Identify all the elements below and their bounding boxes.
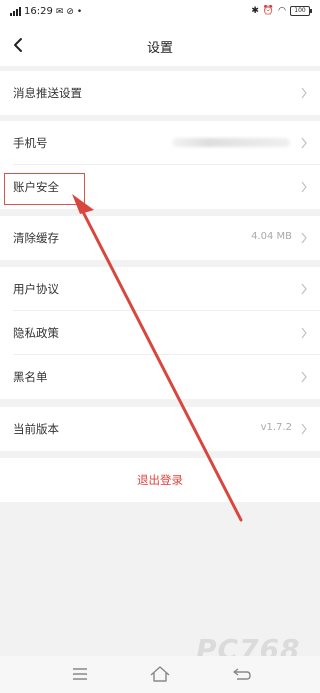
chevron-right-icon: [301, 232, 307, 244]
status-left: 16:29 ✉ ⊘ •: [10, 6, 82, 17]
home-icon: [150, 666, 170, 682]
phone-label: 手机号: [13, 136, 48, 150]
logout-label: 退出登录: [137, 473, 183, 487]
blacklist-row[interactable]: 黑名单: [0, 355, 320, 399]
system-nav-bar: [0, 656, 320, 693]
return-icon: [233, 668, 251, 680]
home-button[interactable]: [147, 663, 173, 685]
page-title: 设置: [146, 41, 173, 56]
chevron-right-icon: [301, 137, 307, 149]
return-button[interactable]: [229, 663, 255, 685]
chevron-right-icon: [301, 371, 307, 383]
chevron-right-icon: [301, 87, 307, 99]
logout-button[interactable]: 退出登录: [0, 458, 320, 502]
cache-size-value: 4.04 MB: [251, 231, 292, 242]
user-agreement-label: 用户协议: [13, 282, 59, 296]
privacy-policy-row[interactable]: 隐私政策: [0, 311, 320, 355]
phone-number-blurred: [172, 138, 290, 147]
menu-button[interactable]: [67, 663, 93, 685]
notification-icon: ✉: [55, 6, 64, 17]
user-agreement-row[interactable]: 用户协议: [0, 267, 320, 311]
signal-icon: [10, 7, 21, 16]
app-notification-icon: ⊘: [66, 6, 74, 17]
privacy-policy-label: 隐私政策: [13, 326, 59, 340]
menu-icon: [73, 668, 87, 680]
chevron-right-icon: [301, 181, 307, 193]
battery-icon: 100: [290, 6, 312, 16]
header: 设置: [0, 26, 320, 66]
push-settings-row[interactable]: 消息推送设置: [0, 71, 320, 115]
version-value: v1.7.2: [260, 422, 292, 433]
status-bar: 16:29 ✉ ⊘ • ✱ ⏰ ◠ 100: [0, 0, 320, 26]
wifi-icon: ◠: [278, 6, 286, 16]
clear-cache-row[interactable]: 清除缓存 4.04 MB: [0, 216, 320, 260]
blacklist-label: 黑名单: [13, 370, 48, 384]
status-time: 16:29: [24, 6, 53, 17]
alarm-icon: ⏰: [262, 6, 275, 16]
status-right: ✱ ⏰ ◠ 100: [251, 6, 312, 16]
chevron-right-icon: [301, 327, 307, 339]
current-version-row[interactable]: 当前版本 v1.7.2: [0, 407, 320, 451]
current-version-label: 当前版本: [13, 422, 59, 436]
highlight-box: [4, 173, 85, 205]
bluetooth-icon: ✱: [251, 6, 259, 16]
phone-row[interactable]: 手机号: [0, 121, 320, 165]
battery-level: 100: [294, 7, 306, 14]
chevron-right-icon: [301, 423, 307, 435]
push-settings-label: 消息推送设置: [13, 86, 82, 100]
chevron-right-icon: [301, 283, 307, 295]
more-notification-icon: •: [76, 6, 83, 17]
clear-cache-label: 清除缓存: [13, 231, 59, 245]
